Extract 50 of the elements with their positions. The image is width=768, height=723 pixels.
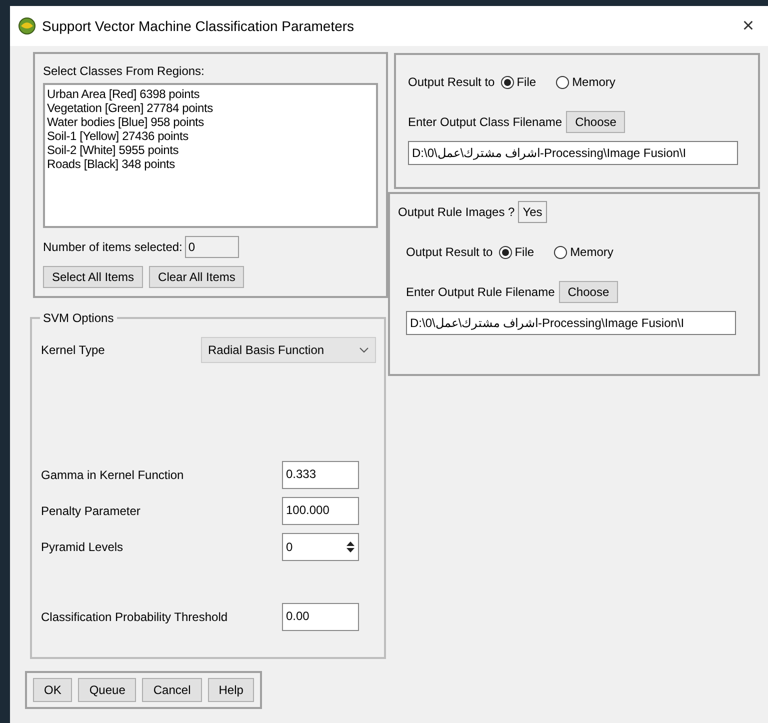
- classes-label: Select Classes From Regions:: [43, 64, 206, 78]
- kernel-dropdown[interactable]: Radial Basis Function: [201, 337, 376, 363]
- parameter-label: Pyramid Levels: [41, 540, 124, 554]
- number-field[interactable]: 100.000: [282, 497, 359, 525]
- radio-label: File: [514, 245, 534, 259]
- spinner-field[interactable]: 0: [282, 533, 359, 561]
- filename-label: Enter Output Rule Filename: [406, 285, 555, 299]
- close-button[interactable]: ×: [736, 14, 760, 38]
- app-logo-icon: [18, 17, 36, 35]
- filename-label: Enter Output Class Filename: [408, 115, 562, 129]
- list-action-button[interactable]: Clear All Items: [149, 266, 244, 288]
- choose-button[interactable]: Choose: [566, 111, 626, 133]
- chevron-down-icon: [359, 347, 369, 353]
- toggle-button[interactable]: Yes: [518, 201, 548, 223]
- output-label: Output Result to: [408, 75, 495, 89]
- toggle-label: Output Rule Images ?: [398, 205, 515, 219]
- spinner-arrows-icon[interactable]: [346, 541, 355, 553]
- class-list-item[interactable]: Vegetation [Green] 27784 points: [47, 101, 374, 115]
- radio-label: File: [516, 75, 536, 89]
- number-field[interactable]: 0.00: [282, 603, 359, 631]
- count-field: 0: [185, 236, 240, 258]
- group-title: SVM Options: [40, 311, 117, 325]
- dialog-button[interactable]: OK: [33, 678, 72, 702]
- radio-button[interactable]: [500, 76, 514, 88]
- radio-label: Memory: [570, 245, 614, 259]
- class-list-item[interactable]: Urban Area [Red] 6398 points: [47, 87, 374, 101]
- radio-button[interactable]: [498, 246, 512, 258]
- choose-button[interactable]: Choose: [558, 281, 618, 303]
- class-list[interactable]: Urban Area [Red] 6398 points Vegetation [Green] 27784 points Water bodies [Blue] 958 points Soil-1 [Yellow] 27436 points Soil-2 [White] 5955 points Roads [Black] 348 points: [43, 83, 378, 228]
- kernel-label: Kernel Type: [41, 343, 105, 357]
- class-list-item[interactable]: Roads [Black] 348 points: [47, 157, 374, 171]
- number-field[interactable]: 0.333: [282, 461, 359, 489]
- radio-label: Memory: [572, 75, 616, 89]
- output-label: Output Result to: [406, 245, 493, 259]
- dialog-button[interactable]: Cancel: [142, 678, 202, 702]
- parameter-label: Gamma in Kernel Function: [41, 468, 184, 482]
- window-title: Support Vector Machine Classification Parameters: [42, 18, 356, 34]
- radio-button[interactable]: [556, 76, 570, 88]
- dialog-button[interactable]: Queue: [78, 678, 136, 702]
- filename-field[interactable]: D:\0\اشراف مشترك\عمل-Processing\Image Fusion\I: [408, 141, 738, 165]
- class-list-item[interactable]: Soil-2 [White] 5955 points: [47, 143, 374, 157]
- class-list-item[interactable]: Soil-1 [Yellow] 27436 points: [47, 129, 374, 143]
- radio-button[interactable]: [554, 246, 568, 258]
- count-label: Number of items selected:: [43, 240, 182, 254]
- dialog-button[interactable]: Help: [208, 678, 254, 702]
- parameter-label: Penalty Parameter: [41, 504, 140, 518]
- list-action-button[interactable]: Select All Items: [43, 266, 144, 288]
- filename-field[interactable]: D:\0\اشراف مشترك\عمل-Processing\Image Fusion\I: [406, 311, 736, 335]
- class-list-item[interactable]: Water bodies [Blue] 958 points: [47, 115, 374, 129]
- parameter-label: Classification Probability Threshold: [41, 610, 228, 624]
